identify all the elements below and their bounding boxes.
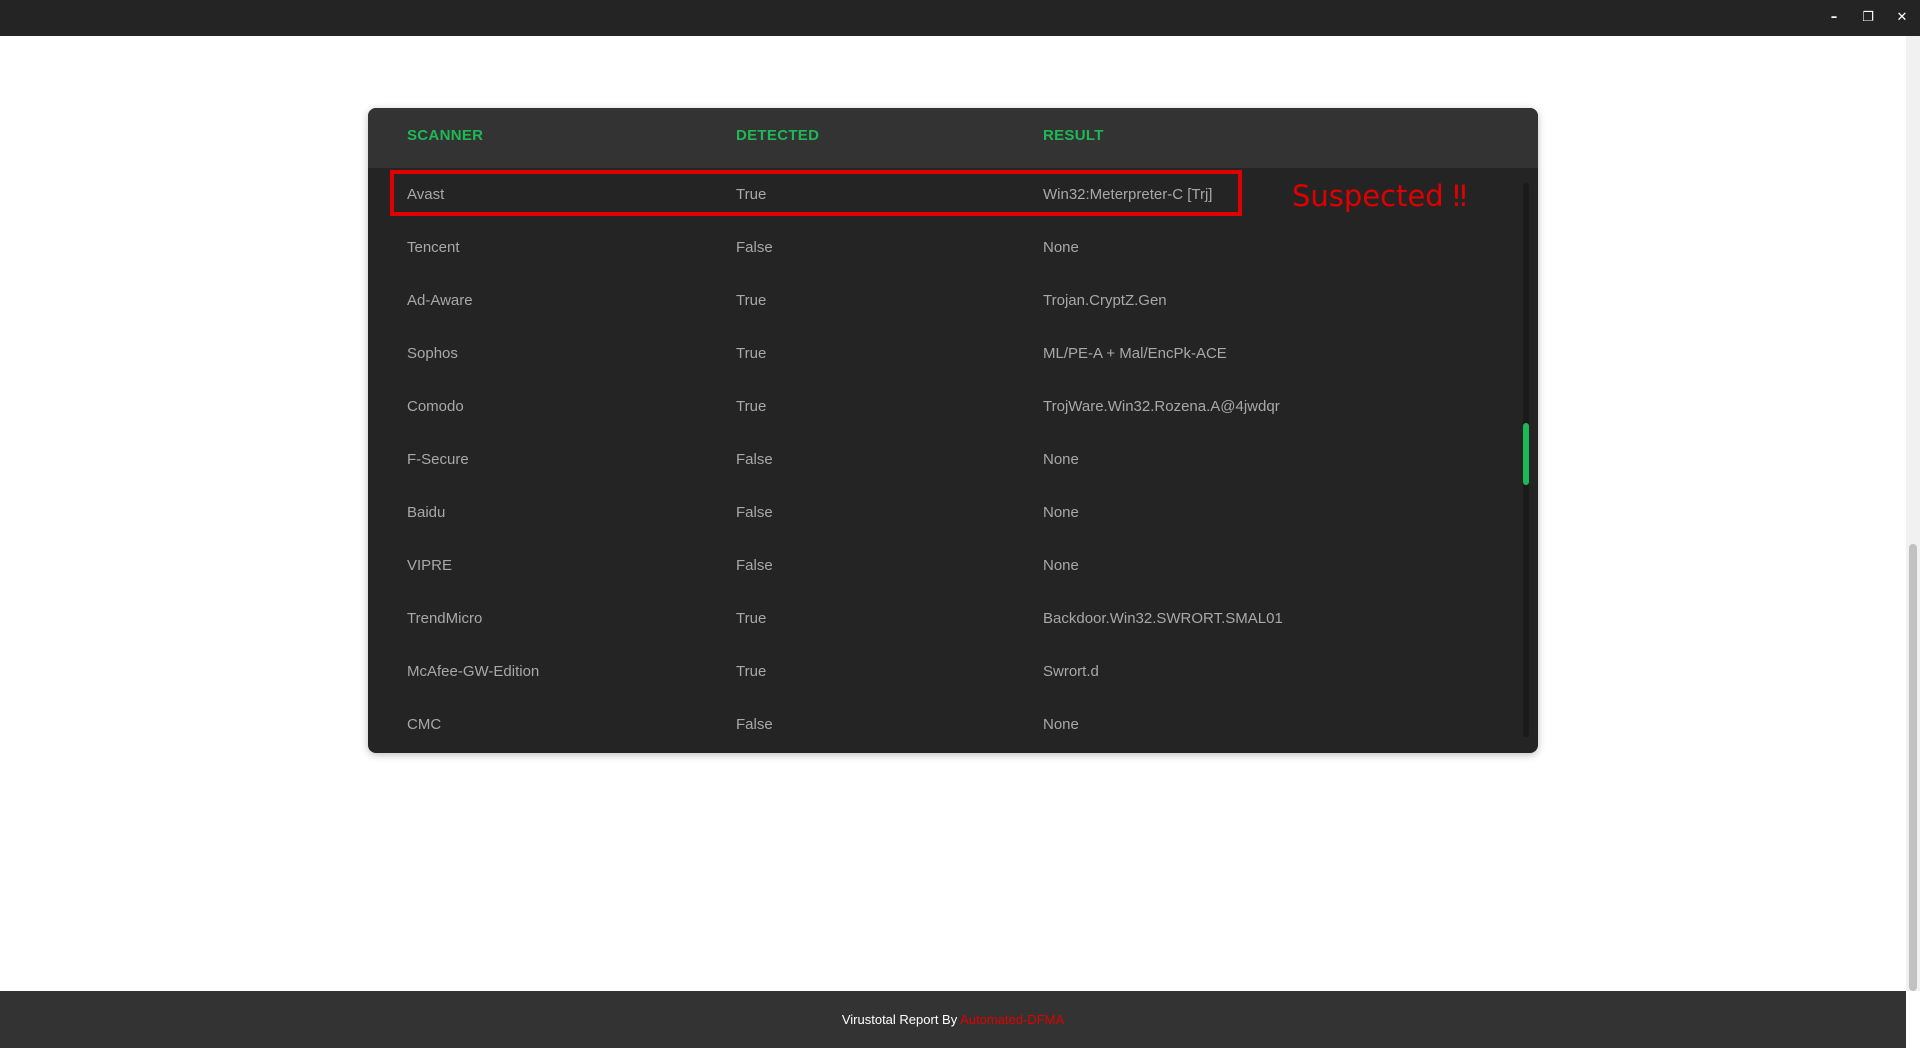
result-cell: None — [1043, 451, 1079, 468]
table-scrollbar-thumb[interactable] — [1523, 423, 1529, 485]
detected-cell: False — [736, 504, 773, 521]
detected-cell: True — [736, 345, 767, 362]
scanner-cell: Avast — [407, 186, 445, 203]
table-row: VIPRE False None — [368, 539, 1518, 592]
scanner-cell: F-Secure — [407, 451, 469, 468]
result-cell: Backdoor.Win32.SWRORT.SMAL01 — [1043, 610, 1283, 627]
result-cell: None — [1043, 716, 1079, 733]
scanner-cell: CMC — [407, 716, 442, 733]
table-row: CMC False None — [368, 698, 1518, 751]
result-cell: None — [1043, 239, 1079, 256]
footer-text: Virustotal Report By — [841, 1012, 961, 1027]
scanner-cell: VIPRE — [407, 557, 453, 574]
minimize-icon[interactable]: – — [1828, 0, 1840, 36]
detected-cell: False — [736, 716, 773, 733]
close-icon[interactable]: ✕ — [1896, 0, 1908, 36]
page-footer: Virustotal Report By Automated-DFMA — [0, 991, 1906, 1048]
result-cell: None — [1043, 557, 1079, 574]
detected-cell: False — [736, 451, 773, 468]
page-scrollbar[interactable] — [1906, 36, 1920, 991]
column-header-result: RESULT — [1043, 127, 1104, 144]
table-row: McAfee-GW-Edition True Swrort.d — [368, 645, 1518, 698]
table-row: Ad-Aware True Trojan.CryptZ.Gen — [368, 274, 1518, 327]
page-scrollbar-thumb[interactable] — [1909, 544, 1917, 991]
restore-icon[interactable]: ❐ — [1862, 0, 1874, 36]
detected-cell: True — [736, 663, 767, 680]
result-cell: Swrort.d — [1043, 663, 1099, 680]
scanner-cell: Ad-Aware — [407, 292, 473, 309]
suspected-annotation: Suspected ‼ — [1292, 179, 1468, 213]
table-row: Sophos True ML/PE-A + Mal/EncPk-ACE — [368, 327, 1518, 380]
table-header: SCANNER DETECTED RESULT — [368, 108, 1538, 168]
table-row: TrendMicro True Backdoor.Win32.SWRORT.SM… — [368, 592, 1518, 645]
result-cell: ML/PE-A + Mal/EncPk-ACE — [1043, 345, 1227, 362]
detected-cell: True — [736, 186, 767, 203]
scanner-cell: Tencent — [407, 239, 460, 256]
table-scrollbar[interactable] — [1523, 183, 1529, 737]
scanner-cell: McAfee-GW-Edition — [407, 663, 540, 680]
scanner-cell: Comodo — [407, 398, 464, 415]
result-cell: TrojWare.Win32.Rozena.A@4jwdqr — [1043, 398, 1280, 415]
column-header-scanner: SCANNER — [407, 127, 484, 144]
table-row: Baidu False None — [368, 486, 1518, 539]
column-header-detected: DETECTED — [736, 127, 820, 144]
window-titlebar: – ❐ ✕ — [0, 0, 1920, 36]
scanner-cell: Baidu — [407, 504, 446, 521]
footer-brand-link[interactable]: Automated-DFMA — [960, 1012, 1064, 1027]
table-row: Comodo True TrojWare.Win32.Rozena.A@4jwd… — [368, 380, 1518, 433]
scanner-cell: Sophos — [407, 345, 458, 362]
scanner-cell: TrendMicro — [407, 610, 483, 627]
detected-cell: False — [736, 557, 773, 574]
detected-cell: True — [736, 398, 767, 415]
detected-cell: True — [736, 610, 767, 627]
result-cell: Win32:Meterpreter-C [Trj] — [1043, 186, 1213, 203]
result-cell: Trojan.CryptZ.Gen — [1043, 292, 1167, 309]
result-cell: None — [1043, 504, 1079, 521]
window-controls: – ❐ ✕ — [1828, 0, 1908, 36]
detected-cell: True — [736, 292, 767, 309]
table-body[interactable]: Avast True Win32:Meterpreter-C [Trj] Ten… — [368, 168, 1538, 753]
detected-cell: False — [736, 239, 773, 256]
table-row: Tencent False None — [368, 221, 1518, 274]
table-row: F-Secure False None — [368, 433, 1518, 486]
